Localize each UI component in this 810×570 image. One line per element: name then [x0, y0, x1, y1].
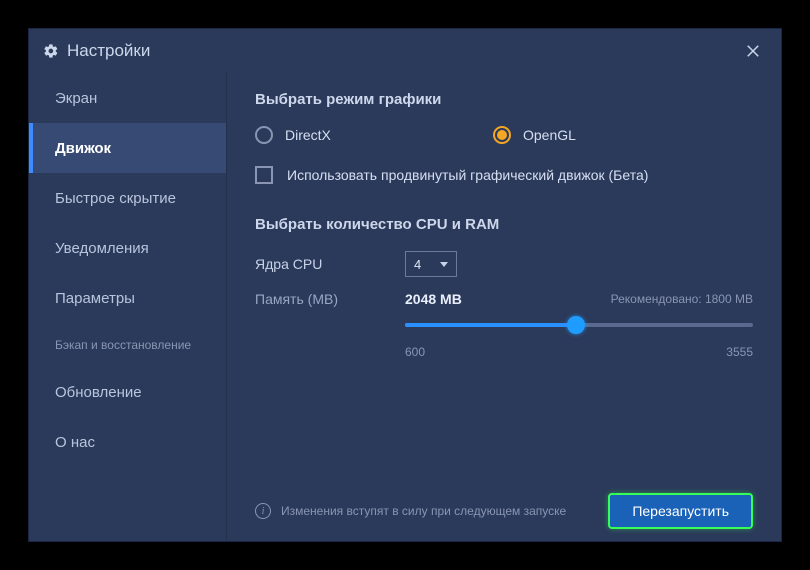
select-value: 4 [414, 257, 421, 272]
sidebar-item-about[interactable]: О нас [29, 417, 226, 467]
sidebar-item-label: О нас [55, 434, 95, 451]
gear-icon [43, 43, 59, 59]
sidebar-item-screen[interactable]: Экран [29, 73, 226, 123]
sidebar-item-parameters[interactable]: Параметры [29, 273, 226, 323]
radio-label: DirectX [285, 127, 331, 143]
graphics-mode-title: Выбрать режим графики [255, 91, 753, 108]
info-icon: i [255, 503, 271, 519]
slider-track [405, 323, 753, 327]
cpu-ram-title: Выбрать количество CPU и RAM [255, 216, 753, 233]
close-button[interactable] [739, 37, 767, 65]
checkbox-label: Использовать продвинутый графический дви… [287, 167, 648, 183]
sidebar-item-label: Параметры [55, 290, 135, 307]
slider-min-label: 600 [405, 345, 425, 359]
restart-button-label: Перезапустить [632, 503, 729, 519]
radio-circle-icon [255, 126, 273, 144]
advanced-engine-checkbox[interactable]: Использовать продвинутый графический дви… [255, 166, 753, 184]
memory-value: 2048 MB [405, 291, 605, 307]
memory-label: Память (MB) [255, 291, 405, 307]
memory-slider[interactable]: 600 3555 [405, 323, 753, 359]
graphics-mode-radio-group: DirectX OpenGL [255, 126, 753, 144]
footer: i Изменения вступят в силу при следующем… [255, 493, 753, 529]
cpu-cores-row: Ядра CPU 4 [255, 251, 753, 277]
window-body: Экран Движок Быстрое скрытие Уведомления… [29, 73, 781, 541]
settings-window: Настройки Экран Движок Быстрое скрытие У… [28, 28, 782, 542]
cpu-cores-select[interactable]: 4 [405, 251, 457, 277]
sidebar-item-label: Бэкап и восстановление [55, 338, 191, 352]
cpu-cores-label: Ядра CPU [255, 256, 405, 272]
slider-thumb[interactable] [567, 316, 585, 334]
radio-directx[interactable]: DirectX [255, 126, 493, 144]
sidebar-item-label: Движок [55, 140, 111, 157]
slider-max-label: 3555 [726, 345, 753, 359]
sidebar: Экран Движок Быстрое скрытие Уведомления… [29, 73, 227, 541]
memory-recommended: Рекомендовано: 1800 MB [611, 292, 753, 306]
memory-row: Память (MB) 2048 MB Рекомендовано: 1800 … [255, 291, 753, 307]
checkbox-box-icon [255, 166, 273, 184]
info-text: Изменения вступят в силу при следующем з… [281, 503, 566, 520]
sidebar-item-backup[interactable]: Бэкап и восстановление [29, 323, 226, 367]
slider-fill [405, 323, 576, 327]
sidebar-item-label: Обновление [55, 384, 142, 401]
content-panel: Выбрать режим графики DirectX OpenGL Исп… [227, 73, 781, 541]
caret-down-icon [440, 262, 448, 267]
sidebar-item-engine[interactable]: Движок [29, 123, 226, 173]
titlebar: Настройки [29, 29, 781, 73]
sidebar-item-label: Уведомления [55, 240, 149, 257]
sidebar-item-notifications[interactable]: Уведомления [29, 223, 226, 273]
sidebar-item-boss-key[interactable]: Быстрое скрытие [29, 173, 226, 223]
radio-circle-selected-icon [493, 126, 511, 144]
radio-opengl[interactable]: OpenGL [493, 126, 576, 144]
sidebar-item-label: Экран [55, 90, 97, 107]
slider-labels: 600 3555 [405, 345, 753, 359]
sidebar-item-update[interactable]: Обновление [29, 367, 226, 417]
restart-button[interactable]: Перезапустить [608, 493, 753, 529]
sidebar-item-label: Быстрое скрытие [55, 190, 176, 207]
radio-label: OpenGL [523, 127, 576, 143]
window-title: Настройки [67, 41, 150, 61]
